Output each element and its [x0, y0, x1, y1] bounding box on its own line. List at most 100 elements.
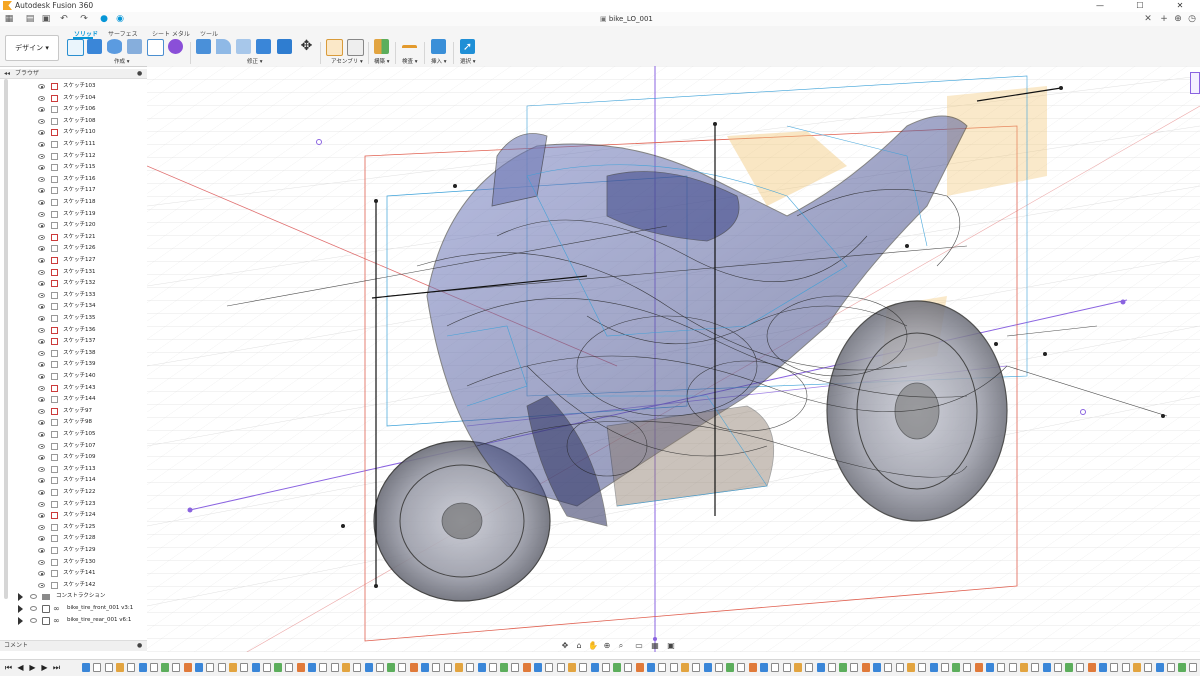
tab-sheet-metal[interactable]: シート メタル [152, 29, 190, 38]
browser-row-sketch[interactable]: スケッチ122 [0, 487, 138, 499]
visibility-eye-icon[interactable] [38, 211, 45, 217]
timeline-feature-icon[interactable] [1189, 663, 1198, 672]
save-icon[interactable]: ▣ [40, 13, 52, 25]
timeline-feature-icon[interactable] [172, 663, 181, 672]
browser-row-sketch[interactable]: スケッチ135 [0, 313, 138, 325]
timeline-feature-icon[interactable] [93, 663, 102, 672]
browser-row-sketch[interactable]: スケッチ134 [0, 301, 138, 313]
revolve-icon[interactable] [107, 39, 122, 54]
visibility-eye-icon[interactable] [38, 176, 45, 182]
chamfer-icon[interactable] [236, 39, 251, 54]
timeline-feature-icon[interactable] [319, 663, 328, 672]
timeline-end-icon[interactable]: ⏭ [52, 662, 61, 673]
visibility-eye-icon[interactable] [38, 153, 45, 159]
timeline-feature-icon[interactable] [884, 663, 893, 672]
visibility-eye-icon[interactable] [38, 234, 45, 240]
fillet-icon[interactable] [216, 39, 231, 54]
timeline-feature-icon[interactable] [228, 663, 237, 672]
minimize-button[interactable]: — [1080, 0, 1120, 12]
group-inspect[interactable]: 検査 ▾ [402, 57, 418, 65]
timeline-feature-icon[interactable] [251, 663, 260, 672]
timeline-feature-icon[interactable] [873, 663, 881, 672]
timeline-feature-icon[interactable] [635, 663, 644, 672]
timeline-feature-icon[interactable] [421, 663, 429, 672]
browser-row-sketch[interactable]: スケッチ104 [0, 93, 138, 105]
timeline-feature-icon[interactable] [906, 663, 915, 672]
timeline-feature-icon[interactable] [748, 663, 757, 672]
timeline-feature-icon[interactable] [466, 663, 475, 672]
timeline-feature-icon[interactable] [296, 663, 305, 672]
visibility-eye-icon[interactable] [38, 478, 45, 484]
visibility-eye-icon[interactable] [30, 617, 37, 623]
timeline-feature-icon[interactable] [669, 663, 678, 672]
browser-row-sketch[interactable]: スケッチ142 [0, 580, 138, 592]
browser-row-component[interactable]: ∞ bike_tire_front_001 v3:1 [0, 603, 138, 615]
close-tab-icon[interactable]: ✕ [1142, 13, 1154, 25]
visibility-eye-icon[interactable] [38, 490, 45, 495]
clock-icon[interactable]: ◷ [1186, 13, 1198, 25]
press-pull-icon[interactable] [196, 39, 211, 54]
timeline-feature-icon[interactable] [827, 663, 836, 672]
browser-row-sketch[interactable]: スケッチ143 [0, 383, 138, 395]
browser-row-sketch[interactable]: スケッチ121 [0, 232, 138, 244]
offset-plane-icon[interactable] [374, 39, 389, 54]
insert-image-icon[interactable] [431, 39, 446, 54]
timeline-play-icon[interactable]: ▶ [28, 662, 37, 673]
browser-row-sketch[interactable]: スケッチ136 [0, 325, 138, 337]
timeline-feature-icon[interactable] [1053, 663, 1062, 672]
visibility-eye-icon[interactable] [38, 397, 45, 403]
timeline-feature-icon[interactable] [477, 663, 486, 672]
timeline-feature-icon[interactable] [963, 663, 972, 672]
visibility-eye-icon[interactable] [38, 408, 45, 414]
notification-icon[interactable]: ◉ [114, 13, 126, 25]
visibility-eye-icon[interactable] [38, 95, 45, 101]
browser-row-sketch[interactable]: スケッチ115 [0, 162, 138, 174]
timeline-feature-icon[interactable] [115, 663, 124, 672]
timeline-feature-icon[interactable] [409, 663, 418, 672]
tab-tools[interactable]: ツール [200, 29, 218, 38]
new-component-icon[interactable] [326, 39, 343, 56]
expand-arrow-icon[interactable] [18, 616, 23, 625]
browser-row-sketch[interactable]: スケッチ123 [0, 499, 138, 511]
timeline-feature-icon[interactable] [737, 663, 746, 672]
timeline-feature-icon[interactable] [918, 663, 927, 672]
timeline-feature-icon[interactable] [1087, 663, 1096, 672]
extrude-icon[interactable] [87, 39, 102, 54]
browser-row-sketch[interactable]: スケッチ125 [0, 522, 138, 534]
visibility-eye-icon[interactable] [30, 606, 37, 611]
visibility-eye-icon[interactable] [38, 84, 45, 89]
visibility-eye-icon[interactable] [38, 420, 45, 426]
visibility-eye-icon[interactable] [38, 327, 45, 333]
timeline-feature-icon[interactable] [861, 663, 870, 672]
redo-icon[interactable]: ↷ [78, 13, 90, 25]
job-status-icon[interactable]: ● [98, 13, 110, 25]
timeline-feature-icon[interactable] [1008, 663, 1017, 672]
visibility-eye-icon[interactable] [38, 281, 45, 287]
data-panel-grid-icon[interactable]: ▦ [3, 13, 15, 25]
visibility-eye-icon[interactable] [38, 142, 45, 147]
group-assemble[interactable]: アセンブリ ▾ [331, 57, 363, 65]
group-construct[interactable]: 構築 ▾ [374, 57, 390, 65]
timeline-feature-icon[interactable] [929, 663, 938, 672]
viewports-icon[interactable]: ▣ [666, 641, 676, 651]
timeline-feature-icon[interactable] [658, 663, 667, 672]
visibility-eye-icon[interactable] [38, 536, 45, 542]
browser-row-sketch[interactable]: スケッチ112 [0, 151, 138, 163]
visibility-eye-icon[interactable] [38, 443, 45, 449]
timeline-feature-icon[interactable] [624, 663, 633, 672]
timeline-feature-icon[interactable] [567, 663, 576, 672]
timeline-feature-icon[interactable] [1065, 663, 1074, 672]
timeline-feature-icon[interactable] [1166, 663, 1175, 672]
timeline-feature-icon[interactable] [692, 663, 701, 672]
browser-row-sketch[interactable]: スケッチ128 [0, 533, 138, 545]
comments-pin-icon[interactable]: ● [137, 641, 142, 651]
visibility-eye-icon[interactable] [38, 258, 45, 263]
browser-row-sketch[interactable]: スケッチ117 [0, 185, 138, 197]
visibility-eye-icon[interactable] [38, 455, 45, 461]
timeline-start-icon[interactable]: ⏮ [4, 662, 13, 673]
timeline-feature-icon[interactable] [760, 663, 768, 672]
timeline-feature-icon[interactable] [375, 663, 384, 672]
browser-row-construction[interactable]: コンストラクション [0, 591, 138, 603]
timeline-feature-icon[interactable] [341, 663, 350, 672]
fit-icon[interactable]: ⌕ [616, 641, 626, 651]
